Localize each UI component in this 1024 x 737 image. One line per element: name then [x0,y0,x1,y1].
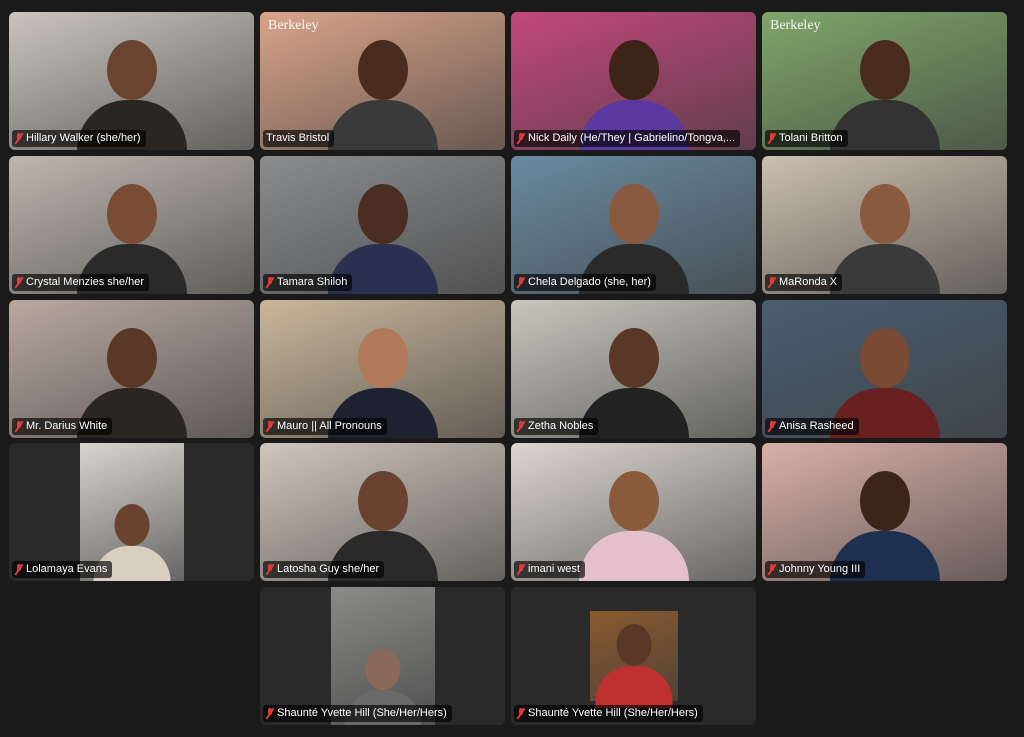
participant-name: Anisa Rasheed [779,420,854,432]
participant-tile[interactable]: Shaunté Yvette Hill (She/Her/Hers) [511,587,756,725]
participant-tile[interactable]: Chela Delgado (she, her) [511,156,756,294]
mic-muted-icon [517,420,525,432]
mic-muted-icon [266,420,274,432]
background-logo: Berkeley [770,18,821,33]
participant-name-label: Tolani Britton [765,130,848,147]
participant-tile[interactable]: Anisa Rasheed [762,300,1007,438]
participant-tile[interactable]: Nick Daily (He/They | Gabrielino/Tongva,… [511,12,756,150]
participant-name: Chela Delgado (she, her) [528,276,651,288]
participant-name-label: Crystal Menzies she/her [12,274,149,291]
participant-tile[interactable]: Shaunté Yvette Hill (She/Her/Hers) [260,587,505,725]
participant-silhouette [825,174,945,294]
participant-name: Mauro || All Pronouns [277,420,382,432]
mic-muted-icon [517,276,525,288]
mic-muted-icon [266,707,274,719]
participant-silhouette [592,617,676,708]
participant-tile[interactable]: Mr. Darius White [9,300,254,438]
participant-name-label: Lolamaya Evans [12,561,113,578]
participant-name: imani west [528,563,580,575]
participant-name-label: Shaunté Yvette Hill (She/Her/Hers) [514,705,703,722]
participant-tile[interactable]: Tamara Shiloh [260,156,505,294]
mic-muted-icon [768,132,776,144]
participant-tile[interactable]: Mauro || All Pronouns [260,300,505,438]
participant-silhouette [574,461,694,581]
participant-name-label: Zetha Nobles [514,418,599,435]
participant-name-label: Mauro || All Pronouns [263,418,387,435]
participant-name-label: MaRonda X [765,274,843,291]
participant-name-label: Latosha Guy she/her [263,561,385,578]
participant-name-label: Nick Daily (He/They | Gabrielino/Tongva,… [514,130,741,147]
participant-name-label: Shaunté Yvette Hill (She/Her/Hers) [263,705,452,722]
participant-tile[interactable]: Latosha Guy she/her [260,443,505,581]
mic-muted-icon [15,276,23,288]
participant-tile[interactable]: MaRonda X [762,156,1007,294]
participant-name-label: Travis Bristol [263,130,335,147]
mic-muted-icon [768,276,776,288]
mic-muted-icon [517,563,525,575]
participant-name: Crystal Menzies she/her [26,276,144,288]
participant-name: Tolani Britton [779,132,843,144]
mic-muted-icon [517,707,525,719]
participant-name: Shaunté Yvette Hill (She/Her/Hers) [528,707,698,719]
participant-name: Nick Daily (He/They | Gabrielino/Tongva,… [528,132,736,144]
participant-name: Tamara Shiloh [277,276,348,288]
participant-tile[interactable]: Berkeley Travis Bristol [260,12,505,150]
background-logo: Berkeley [268,18,319,33]
participant-tile[interactable]: Crystal Menzies she/her [9,156,254,294]
mic-muted-icon [15,563,23,575]
mic-muted-icon [266,563,274,575]
participant-video [589,611,678,708]
participant-name-label: Anisa Rasheed [765,418,859,435]
participant-name: Hillary Walker (she/her) [26,132,141,144]
participant-name-label: Hillary Walker (she/her) [12,130,146,147]
participant-name: Latosha Guy she/her [277,563,380,575]
participant-tile[interactable]: Johnny Young III [762,443,1007,581]
participant-name: Zetha Nobles [528,420,594,432]
participant-name-label: Johnny Young III [765,561,866,578]
mic-muted-icon [768,563,776,575]
mic-muted-icon [15,132,23,144]
participant-name: Travis Bristol [266,132,330,144]
participant-tile[interactable]: Lolamaya Evans [9,443,254,581]
participant-name-label: Mr. Darius White [12,418,113,435]
participant-name: MaRonda X [779,276,838,288]
participant-silhouette [323,30,443,150]
participant-name: Lolamaya Evans [26,563,108,575]
participant-tile[interactable]: Berkeley Tolani Britton [762,12,1007,150]
participant-tile[interactable]: Hillary Walker (she/her) [9,12,254,150]
mic-muted-icon [768,420,776,432]
participant-name-label: Tamara Shiloh [263,274,353,291]
participant-name: Shaunté Yvette Hill (She/Her/Hers) [277,707,447,719]
participant-name-label: imani west [514,561,585,578]
mic-muted-icon [266,276,274,288]
participant-name-label: Chela Delgado (she, her) [514,274,656,291]
mic-muted-icon [15,420,23,432]
participant-tile[interactable]: imani west [511,443,756,581]
mic-muted-icon [517,132,525,144]
participant-name: Mr. Darius White [26,420,108,432]
participant-tile[interactable]: Zetha Nobles [511,300,756,438]
participant-name: Johnny Young III [779,563,861,575]
